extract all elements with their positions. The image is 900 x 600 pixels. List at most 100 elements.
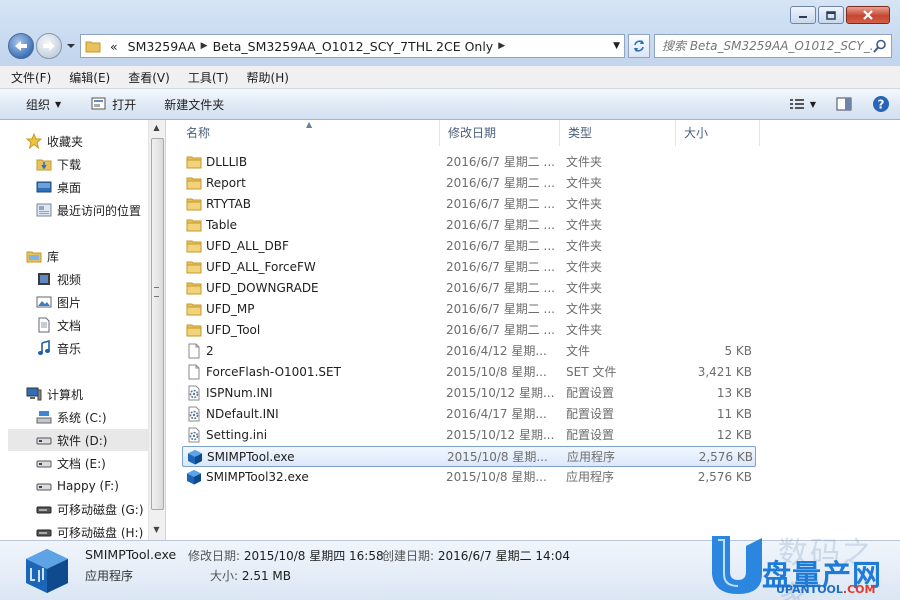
new-folder-button[interactable]: 新建文件夹 [156,89,232,119]
breadcrumb-overflow[interactable]: « [110,39,118,54]
column-size[interactable]: 大小 [676,120,760,146]
nav-videos[interactable]: 视频 [36,268,146,290]
nav-label: 音乐 [57,341,82,356]
menu-help[interactable]: 帮助(H) [240,69,296,86]
file-name: ForceFlash-O1001.SET [206,365,341,379]
file-row[interactable]: UFD_ALL_ForceFW 2016/6/7 星期二 ... 文件夹 [182,257,756,278]
nav-drive-h[interactable]: 可移动磁盘 (H:) [36,521,148,540]
file-row[interactable]: Setting.ini 2015/10/12 星期... 配置设置 12 KB [182,425,756,446]
file-date: 2016/6/7 星期二 ... [446,260,555,274]
pictures-icon [36,294,52,310]
file-name: UFD_Tool [206,323,261,337]
file-row[interactable]: DLLLIB 2016/6/7 星期二 ... 文件夹 [182,152,756,173]
file-size [676,152,752,173]
details-modified-label: 修改日期: [188,549,241,563]
column-label: 大小 [684,126,709,140]
file-row[interactable]: UFD_MP 2016/6/7 星期二 ... 文件夹 [182,299,756,320]
nav-downloads[interactable]: 下载 [36,153,146,175]
search-input[interactable] [660,38,874,54]
menu-view[interactable]: 查看(V) [121,69,177,86]
file-name: NDefault.INI [206,407,279,421]
breadcrumb-separator-icon[interactable]: ▶ [498,41,505,51]
removable-disk-icon [36,524,52,540]
nav-recent-places[interactable]: 最近访问的位置 [36,199,148,221]
file-row[interactable]: NDefault.INI 2016/4/17 星期... 配置设置 11 KB [182,404,756,425]
file-row[interactable]: ISPNum.INI 2015/10/12 星期... 配置设置 13 KB [182,383,756,404]
file-size: 2,576 KB [697,470,752,484]
nav-music[interactable]: 音乐 [36,337,146,359]
file-name: RTYTAB [206,197,251,211]
menu-tools[interactable]: 工具(T) [181,69,236,86]
file-row[interactable]: 2 2016/4/12 星期... 文件 5 KB [182,341,756,362]
nav-computer[interactable]: 计算机 [26,383,146,405]
file-name: DLLLIB [206,155,248,169]
column-date-modified[interactable]: 修改日期 [440,120,560,146]
maximize-button[interactable] [818,6,844,24]
scrollbar-thumb[interactable] [151,138,164,510]
preview-pane-button[interactable] [826,89,862,119]
file-row[interactable]: Report 2016/6/7 星期二 ... 文件夹 [182,173,756,194]
nav-libraries[interactable]: 库 [26,245,146,267]
nav-desktop[interactable]: 桌面 [36,176,146,198]
nav-drive-g[interactable]: 可移动磁盘 (G:) [36,498,148,520]
help-button[interactable]: ? [862,89,900,119]
file-size: 5 KB [724,344,752,358]
minimize-button[interactable] [790,6,816,24]
nav-documents[interactable]: 文档 [36,314,146,336]
open-button[interactable]: 打开 [83,89,144,119]
menu-file[interactable]: 文件(F) [4,69,58,86]
close-button[interactable] [846,6,890,24]
file-row[interactable]: SMIMPTool.exe 2015/10/8 星期... 应用程序 2,576 KB [182,446,756,467]
nav-drive-e[interactable]: 文档 (E:) [36,452,146,474]
file-row[interactable]: SMIMPTool32.exe 2015/10/8 星期... 应用程序 2,576 … [182,467,756,488]
details-modified-value: 2015/10/8 星期四 16:58 [243,549,384,563]
breadcrumb-item[interactable]: SM3259AA [128,39,196,54]
file-row[interactable]: ForceFlash-O1001.SET 2015/10/8 星期... SET 文… [182,362,756,383]
address-dropdown-icon[interactable]: ▼ [613,41,620,51]
file-type: 文件夹 [566,239,603,253]
refresh-button[interactable] [628,34,650,58]
details-file-type: 应用程序 [85,569,134,583]
file-row[interactable]: Table 2016/6/7 星期二 ... 文件夹 [182,215,756,236]
open-label: 打开 [112,97,137,112]
system-drive-icon [36,409,52,425]
scroll-down-icon[interactable]: ▼ [149,522,164,538]
file-size: 2,576 KB [698,450,753,464]
address-bar[interactable]: « SM3259AA ▶ Beta_SM3259AA_O1012_SCY_7TH… [80,34,625,58]
change-view-button[interactable]: ▼ [779,89,826,119]
forward-button[interactable] [36,33,62,59]
scroll-up-icon[interactable]: ▲ [149,120,164,136]
menu-edit[interactable]: 编辑(E) [62,69,117,86]
nav-pictures[interactable]: 图片 [36,291,146,313]
nav-drive-c[interactable]: 系统 (C:) [36,406,146,428]
organize-button[interactable]: 组织 ▼ [0,89,69,119]
settings-file-icon [186,406,202,422]
column-type[interactable]: 类型 [560,120,676,146]
search-box[interactable] [654,34,892,58]
file-date: 2016/6/7 星期二 ... [446,197,555,211]
file-row[interactable]: RTYTAB 2016/6/7 星期二 ... 文件夹 [182,194,756,215]
file-row[interactable]: UFD_ALL_DBF 2016/6/7 星期二 ... 文件夹 [182,236,756,257]
file-type: 文件夹 [566,176,603,190]
file-type: 配置设置 [566,386,615,400]
nav-drive-d[interactable]: 软件 (D:) [8,429,148,451]
nav-favorites[interactable]: 收藏夹 [26,130,146,152]
file-row[interactable]: UFD_DOWNGRADE 2016/6/7 星期二 ... 文件夹 [182,278,756,299]
application-icon [186,469,202,485]
recent-pages-dropdown-icon[interactable] [66,41,76,51]
navigation-scrollbar[interactable]: ▲ ▼ [148,120,165,540]
maximize-icon [826,10,836,20]
breadcrumb-item[interactable]: Beta_SM3259AA_O1012_SCY_7THL 2CE Only [213,39,494,54]
explorer-window: « SM3259AA ▶ Beta_SM3259AA_O1012_SCY_7TH… [0,0,900,600]
file-row[interactable]: UFD_Tool 2016/6/7 星期二 ... 文件夹 [182,320,756,341]
documents-icon [36,317,52,333]
file-size: 12 KB [716,428,752,442]
nav-label: 文档 (E:) [57,456,106,471]
nav-drive-f[interactable]: Happy (F:) [36,475,146,497]
breadcrumb-separator-icon[interactable]: ▶ [201,41,208,51]
file-type: 文件夹 [566,281,603,295]
file-type: 应用程序 [566,470,615,484]
file-icon [186,343,202,359]
details-created: 创建日期: 2016/6/7 星期二 14:04 [382,547,570,564]
back-button[interactable] [8,33,34,59]
